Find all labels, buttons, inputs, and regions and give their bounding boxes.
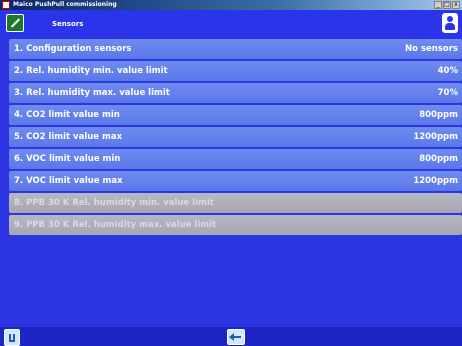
back-arrow-icon[interactable] xyxy=(227,329,245,345)
back-arrow-shape xyxy=(229,333,241,341)
list-item-ppb-rh-max: 9. PPB 30 K Rel. humidity max. value lim… xyxy=(9,215,462,235)
list-item-value: 1200ppm xyxy=(413,176,458,186)
home-icon[interactable] xyxy=(6,14,24,32)
list-item-configuration-sensors[interactable]: 1. Configuration sensors No sensors xyxy=(9,39,462,59)
list-item-co2-max[interactable]: 5. CO2 limit value max 1200ppm xyxy=(9,127,462,147)
list-item-rh-min[interactable]: 2. Rel. humidity min. value limit 40% xyxy=(9,61,462,81)
user-icon[interactable] xyxy=(442,13,458,33)
list-item-value: 800ppm xyxy=(419,110,458,120)
header-bar: Sensors xyxy=(0,10,462,38)
maximize-button[interactable]: □ xyxy=(443,1,451,9)
list-item-value: 800ppm xyxy=(419,154,458,164)
app-icon xyxy=(2,1,10,9)
list-item-label: 2. Rel. humidity min. value limit xyxy=(14,66,168,76)
list-item-voc-max[interactable]: 7. VOC limit value max 1200ppm xyxy=(9,171,462,191)
list-item-label: 6. VOC limit value min xyxy=(14,154,121,164)
user-torso-shape xyxy=(445,23,455,30)
list-item-label: 1. Configuration sensors xyxy=(14,44,132,54)
window-controls: _ □ x xyxy=(434,1,460,9)
minimize-button[interactable]: _ xyxy=(434,1,442,9)
list-item-label: 9. PPB 30 K Rel. humidity max. value lim… xyxy=(14,220,217,230)
list-item-value: 70% xyxy=(437,88,458,98)
list-item-label: 5. CO2 limit value max xyxy=(14,132,123,142)
sensor-settings-list: 1. Configuration sensors No sensors 2. R… xyxy=(9,39,462,237)
list-item-rh-max[interactable]: 3. Rel. humidity max. value limit 70% xyxy=(9,83,462,103)
list-item-co2-min[interactable]: 4. CO2 limit value min 800ppm xyxy=(9,105,462,125)
user-head-shape xyxy=(447,16,453,22)
list-item-value: 1200ppm xyxy=(413,132,458,142)
window-title: Maico PushPull commissioning xyxy=(13,1,117,8)
list-item-label: 3. Rel. humidity max. value limit xyxy=(14,88,170,98)
close-button[interactable]: x xyxy=(452,1,460,9)
list-item-value: No sensors xyxy=(405,44,458,54)
list-item-label: 4. CO2 limit value min xyxy=(14,110,120,120)
list-item-label: 7. VOC limit value max xyxy=(14,176,123,186)
window-titlebar: Maico PushPull commissioning _ □ x xyxy=(0,0,462,10)
list-item-voc-min[interactable]: 6. VOC limit value min 800ppm xyxy=(9,149,462,169)
list-item-label: 8. PPB 30 K Rel. humidity min. value lim… xyxy=(14,198,214,208)
save-icon[interactable] xyxy=(4,329,20,346)
list-item-value: 40% xyxy=(437,66,458,76)
footer-bar xyxy=(0,327,462,346)
page-title: Sensors xyxy=(52,20,84,28)
list-item-ppb-rh-min: 8. PPB 30 K Rel. humidity min. value lim… xyxy=(9,193,462,213)
